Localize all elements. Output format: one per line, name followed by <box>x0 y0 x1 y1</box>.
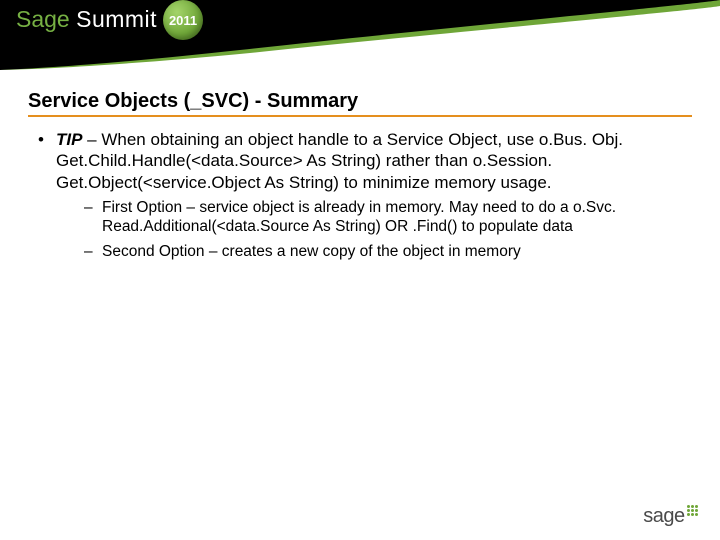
slide-content: Service Objects (_SVC) - Summary TIP – W… <box>0 70 720 261</box>
header-bar: Sage Summit 2011 <box>0 0 720 70</box>
footer-brand-text: sage <box>643 505 684 528</box>
tip-label: TIP <box>56 130 82 149</box>
bullet-text: – When obtaining an object handle to a S… <box>56 130 623 192</box>
footer-brand-logo: sage <box>643 505 698 528</box>
list-item: Second Option – creates a new copy of th… <box>84 243 692 262</box>
slide-title: Service Objects (_SVC) - Summary <box>28 90 692 117</box>
list-item: TIP – When obtaining an object handle to… <box>38 129 692 261</box>
sub-bullet-list: First Option – service object is already… <box>56 199 692 262</box>
list-item: First Option – service object is already… <box>84 199 692 237</box>
logo-word-sage: Sage <box>16 6 70 32</box>
year-badge-icon: 2011 <box>163 0 203 40</box>
bullet-list: TIP – When obtaining an object handle to… <box>28 129 692 261</box>
footer-dots-icon <box>687 505 698 516</box>
event-logo: Sage Summit 2011 <box>16 8 203 40</box>
logo-word-summit: Summit <box>76 6 157 32</box>
